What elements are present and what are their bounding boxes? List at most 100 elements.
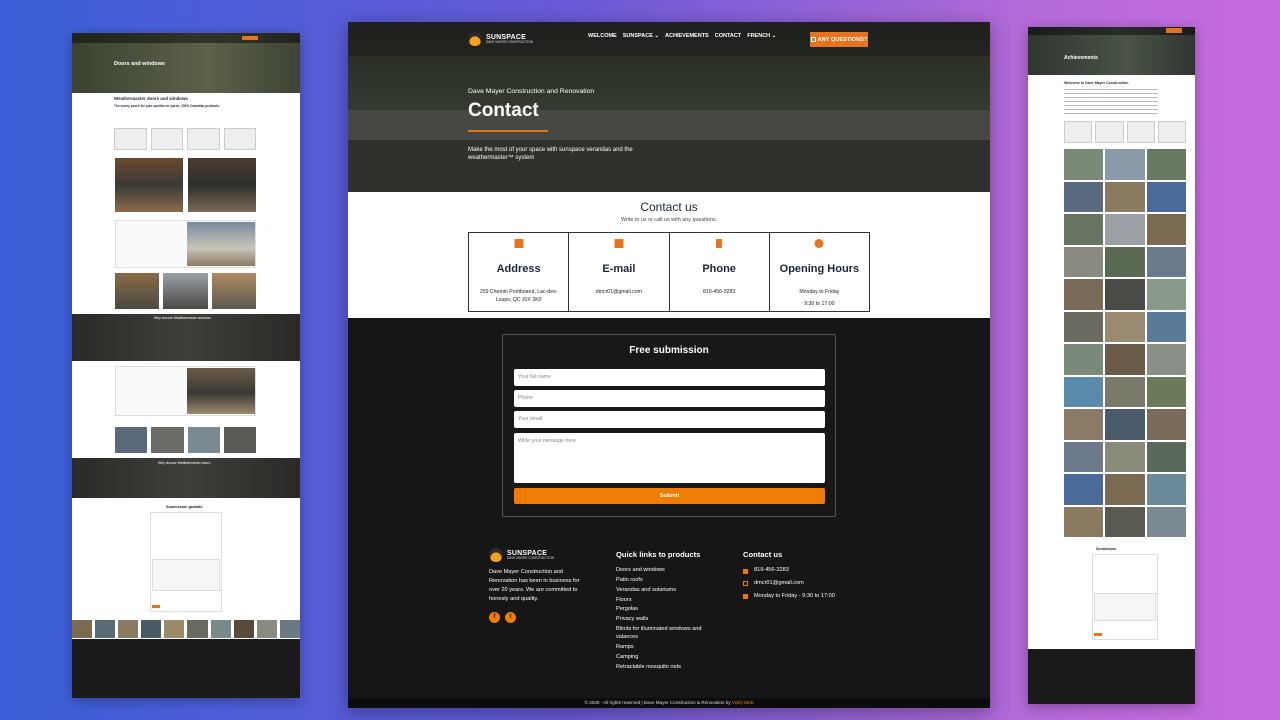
right-hero-title: Achievements bbox=[1064, 55, 1098, 61]
left-form-textarea[interactable] bbox=[152, 559, 220, 591]
link-ramps[interactable]: Ramps bbox=[616, 643, 716, 653]
footer-phone[interactable]: 819-456-3283 bbox=[754, 566, 789, 576]
left-band-title: Why choose Weathermaster windows bbox=[154, 316, 211, 320]
email-card: E-mail dmcr01@gmail.com bbox=[569, 233, 670, 311]
quick-links-title: Quick links to products bbox=[616, 550, 701, 559]
email-input[interactable]: Your email bbox=[514, 411, 825, 428]
footer-brand-tagline: DAVE MAYER CONSTRUCTION bbox=[507, 555, 554, 560]
left-hero-title: Doors and windows bbox=[114, 61, 165, 67]
sun-logo-icon bbox=[489, 548, 503, 562]
email-icon bbox=[743, 581, 748, 587]
free-submission-form: Free submission Your full name Phone You… bbox=[502, 334, 836, 517]
left-gallery-row bbox=[115, 273, 256, 309]
twitter-icon[interactable]: t bbox=[505, 612, 516, 623]
any-questions-label: ANY QUESTIONS? bbox=[817, 36, 868, 43]
address-card: Address 259 Chemin Pontbriand, Lac-des-L… bbox=[469, 233, 570, 311]
left-feature-image-2 bbox=[187, 368, 255, 414]
right-photo-grid bbox=[1064, 149, 1186, 537]
phone-input[interactable]: Phone bbox=[514, 390, 825, 407]
left-nav bbox=[72, 33, 300, 43]
left-footer bbox=[72, 639, 300, 698]
hours-days: Monday to Friday bbox=[799, 289, 840, 295]
nav-sunspace-label: SUNSPACE bbox=[622, 33, 653, 39]
left-dark-band bbox=[72, 314, 300, 361]
nav-achievements[interactable]: ACHIEVEMENTS bbox=[665, 33, 709, 39]
copyright-text: © 2025 - All rights reserved | Dave Maye… bbox=[584, 700, 731, 705]
link-mosquito-nets[interactable]: Retractable mosquito nets bbox=[616, 663, 716, 673]
copyright-bar: © 2025 - All rights reserved | Dave Maye… bbox=[348, 698, 990, 708]
address-text: 259 Chemin Pontbriand, Lac-des-Loups, QC… bbox=[479, 289, 558, 303]
left-band-title-2: Why choose Weathermaster doors bbox=[158, 461, 211, 465]
hours-time: 9:30 to 17:00 bbox=[804, 301, 835, 307]
facebook-icon[interactable]: f bbox=[489, 612, 500, 623]
map-marker-icon bbox=[514, 239, 524, 248]
link-pergolas[interactable]: Pergolas bbox=[616, 605, 716, 615]
clock-icon bbox=[814, 239, 824, 248]
phone-icon bbox=[716, 239, 723, 248]
footer-logo[interactable]: SUNSPACE DAVE MAYER CONSTRUCTION bbox=[489, 548, 554, 562]
phone-icon bbox=[743, 568, 748, 574]
page-title: Contact bbox=[468, 100, 539, 121]
credit-link[interactable]: Vivify Web bbox=[732, 700, 754, 705]
link-floors[interactable]: Floors bbox=[616, 596, 716, 606]
link-camping[interactable]: Camping bbox=[616, 653, 716, 663]
right-form-textarea[interactable] bbox=[1094, 593, 1156, 621]
link-verandas[interactable]: Verandas and solariums bbox=[616, 586, 716, 596]
nav-french-label: FRENCH bbox=[747, 33, 771, 39]
phone-title: Phone bbox=[702, 263, 736, 275]
hours-title: Opening Hours bbox=[779, 263, 860, 275]
link-patio-roofs[interactable]: Patio roofs bbox=[616, 576, 716, 586]
contact-us-subtitle: Write to us or call us with any question… bbox=[620, 217, 718, 223]
full-name-input[interactable]: Your full name bbox=[514, 369, 825, 386]
left-form-submit[interactable] bbox=[152, 605, 160, 608]
footer-contact: Contact us 819-456-3283 dmcr01@gmail.com… bbox=[743, 548, 883, 602]
contact-cards: Address 259 Chemin Pontbriand, Lac-des-L… bbox=[468, 232, 870, 312]
contact-page: SUNSPACE DAVE MAYER CONSTRUCTION WELCOME… bbox=[348, 22, 990, 708]
chevron-down-icon: ⌄ bbox=[771, 33, 777, 39]
left-section-title: Weathermaster doors and windows bbox=[114, 96, 188, 101]
left-photo-strip bbox=[72, 620, 300, 638]
phone-text[interactable]: 819-456-3283 bbox=[676, 289, 763, 297]
submit-button[interactable]: Submit bbox=[514, 488, 825, 504]
title-underline bbox=[468, 130, 548, 132]
right-form-title: Soumission bbox=[1096, 547, 1117, 551]
hours-card: Opening Hours Monday to Friday 9:30 to 1… bbox=[770, 233, 869, 311]
right-form-submit[interactable] bbox=[1094, 633, 1102, 636]
left-ask-button[interactable] bbox=[242, 36, 258, 40]
nav-welcome[interactable]: WELCOME bbox=[588, 33, 617, 39]
hero-eyebrow: Dave Mayer Construction and Renovation bbox=[468, 88, 595, 95]
question-icon bbox=[810, 37, 816, 42]
phone-card: Phone 819-456-3283 bbox=[670, 233, 770, 311]
brand-logo[interactable]: SUNSPACE DAVE MAYER CONSTRUCTION bbox=[468, 32, 533, 46]
message-textarea[interactable]: Write your message here bbox=[514, 433, 825, 483]
contact-us-heading: Contact us bbox=[640, 200, 698, 214]
home-icon bbox=[743, 594, 748, 600]
nav-sunspace[interactable]: SUNSPACE ⌄ bbox=[623, 33, 659, 39]
form-title: Free submission bbox=[629, 345, 709, 356]
right-section-title: Welcome to Dave Mayer Construction bbox=[1064, 81, 1129, 85]
left-form-title: Soumission gratuite bbox=[166, 505, 203, 509]
nav-contact[interactable]: CONTACT bbox=[715, 33, 741, 39]
link-privacy-walls[interactable]: Privacy walls bbox=[616, 615, 716, 625]
right-ask-button[interactable] bbox=[1166, 28, 1182, 33]
email-text[interactable]: dmcr01@gmail.com bbox=[575, 289, 662, 297]
footer-about: Dave Mayer Construction and Renovation h… bbox=[489, 569, 580, 602]
any-questions-button[interactable]: ANY QUESTIONS? bbox=[810, 32, 868, 47]
footer-email[interactable]: dmcr01@gmail.com bbox=[754, 579, 804, 589]
footer-hours: Monday to Friday - 9:30 to 17:00 bbox=[754, 592, 835, 599]
footer: SUNSPACE DAVE MAYER CONSTRUCTION Dave Ma… bbox=[348, 542, 990, 698]
top-navbar: SUNSPACE DAVE MAYER CONSTRUCTION WELCOME… bbox=[348, 22, 990, 56]
right-text-lines bbox=[1064, 89, 1158, 117]
nav-french[interactable]: FRENCH ⌄ bbox=[747, 33, 776, 39]
main-menu: WELCOME SUNSPACE ⌄ ACHIEVEMENTS CONTACT … bbox=[588, 33, 776, 39]
link-doors-windows[interactable]: Doors and windows bbox=[616, 566, 716, 576]
left-window-image bbox=[115, 158, 183, 212]
left-page-preview: Doors and windows Weathermaster doors an… bbox=[72, 33, 300, 698]
left-feature-image bbox=[187, 222, 255, 266]
brand-tagline: DAVE MAYER CONSTRUCTION bbox=[486, 39, 533, 44]
right-footer bbox=[1028, 649, 1195, 704]
link-blinds[interactable]: Blinds for illuminated windows and valan… bbox=[616, 626, 716, 641]
left-gallery-row-2 bbox=[115, 427, 256, 453]
email-title: E-mail bbox=[602, 263, 636, 275]
right-page-preview: Achievements Welcome to Dave Mayer Const… bbox=[1028, 27, 1195, 704]
